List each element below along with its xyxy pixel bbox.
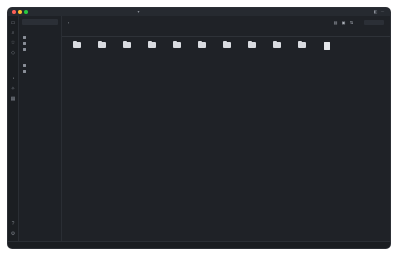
- sidebar-item[interactable]: [23, 69, 28, 73]
- folder-item[interactable]: [141, 40, 163, 50]
- folder-icon: [73, 40, 81, 48]
- folder-icon: [298, 40, 306, 48]
- app-window: ▾ ◧ ⋯ ▭ ⌕ ☆ ◇ ◔ ✧ ▦ ? ⚙ ‹ ▤ ▣ ⇅: [8, 8, 390, 248]
- folder-item[interactable]: [66, 40, 88, 50]
- file-icon: [324, 42, 330, 50]
- close-window-button[interactable]: [12, 10, 16, 14]
- folder-item[interactable]: [191, 40, 213, 50]
- file-browser: ‹ ▤ ▣ ⇅: [62, 16, 390, 242]
- settings-icon[interactable]: ⚙: [10, 231, 16, 237]
- sidebar: [19, 16, 62, 242]
- folder-icon: [198, 40, 206, 48]
- folder-icon: [173, 40, 181, 48]
- search-icon[interactable]: ⌕: [10, 30, 16, 36]
- calendar-icon[interactable]: ▦: [10, 96, 16, 102]
- folder-item[interactable]: [166, 40, 188, 50]
- folder-item[interactable]: [291, 40, 313, 50]
- back-icon[interactable]: ‹: [66, 20, 71, 25]
- folder-icon: [273, 40, 281, 48]
- file-item[interactable]: [316, 42, 338, 52]
- folder-icon: [23, 47, 26, 51]
- folder-item[interactable]: [266, 40, 288, 50]
- new-file-icon[interactable]: ▤: [333, 20, 338, 25]
- toolbar: ‹ ▤ ▣ ⇅: [62, 16, 390, 30]
- folder-item[interactable]: [91, 40, 113, 50]
- sidebar-item[interactable]: [23, 41, 28, 45]
- chevron-down-icon[interactable]: ▾: [136, 9, 141, 14]
- folder-icon: [248, 40, 256, 48]
- sidebar-toggle-icon[interactable]: ◧: [373, 9, 378, 14]
- new-folder-icon[interactable]: ▣: [341, 20, 346, 25]
- vault-switcher-button[interactable]: [22, 19, 58, 25]
- clock-icon[interactable]: ◔: [10, 76, 16, 82]
- sidebar-item[interactable]: [23, 63, 28, 67]
- tag-icon[interactable]: ◇: [10, 50, 16, 56]
- sort-icon[interactable]: ⇅: [349, 20, 354, 25]
- folder-icon: [98, 40, 106, 48]
- status-bar: [8, 241, 390, 248]
- zoom-window-button[interactable]: [24, 10, 28, 14]
- folder-icon[interactable]: ▭: [10, 20, 16, 26]
- column-header: [62, 30, 390, 37]
- drive-icon: [23, 63, 26, 67]
- sidebar-item[interactable]: [23, 47, 28, 51]
- icon-rail: ▭ ⌕ ☆ ◇ ◔ ✧ ▦ ? ⚙: [8, 16, 19, 248]
- folder-icon: [23, 41, 26, 45]
- folder-item[interactable]: [241, 40, 263, 50]
- folder-icon: [123, 40, 131, 48]
- folder-icon: [223, 40, 231, 48]
- folder-icon: [23, 35, 26, 39]
- drive-icon: [23, 69, 26, 73]
- help-icon[interactable]: ?: [10, 221, 16, 227]
- search-input[interactable]: [364, 20, 384, 25]
- title-bar: ▾ ◧ ⋯: [8, 8, 390, 16]
- more-icon[interactable]: ⋯: [380, 9, 385, 14]
- folder-icon: [148, 40, 156, 48]
- graph-icon[interactable]: ✧: [10, 86, 16, 92]
- minimize-window-button[interactable]: [18, 10, 22, 14]
- folder-item[interactable]: [116, 40, 138, 50]
- star-icon[interactable]: ☆: [10, 40, 16, 46]
- sidebar-item[interactable]: [23, 35, 28, 39]
- folder-item[interactable]: [216, 40, 238, 50]
- item-grid: [62, 40, 390, 82]
